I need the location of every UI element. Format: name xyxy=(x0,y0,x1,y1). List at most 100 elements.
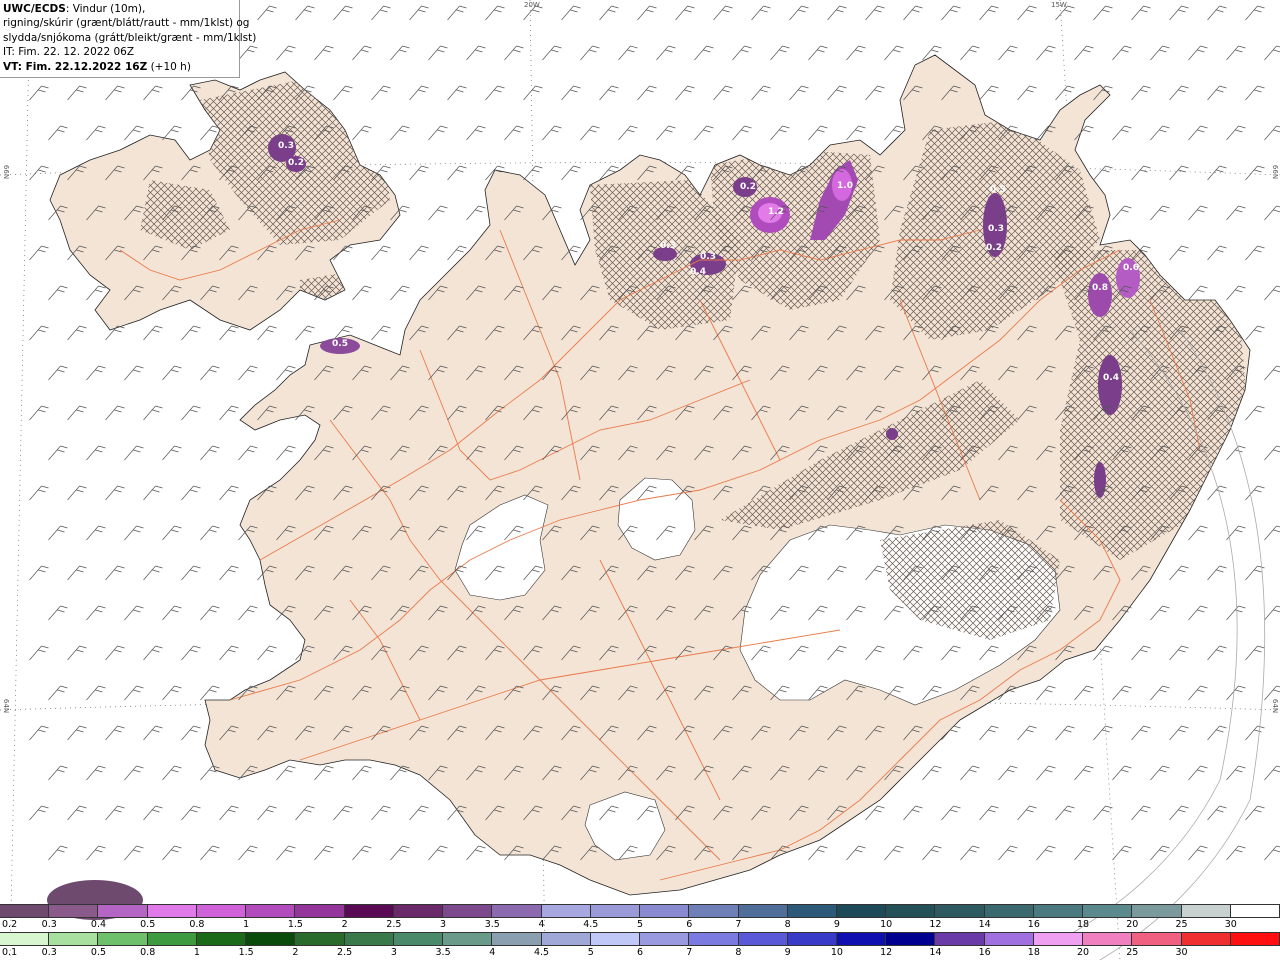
wind-barb xyxy=(599,85,619,101)
legend-label: 1 xyxy=(193,947,200,958)
legend-swatch xyxy=(935,933,985,945)
wind-barb xyxy=(1245,805,1265,821)
value-label: 0.6 xyxy=(1123,263,1139,273)
legend-swatch xyxy=(0,905,50,917)
wind-barb xyxy=(162,685,182,701)
wind-barb xyxy=(713,5,733,21)
wind-barb xyxy=(124,525,144,541)
wind-barb xyxy=(428,125,448,141)
value-label: 0.2 xyxy=(740,182,756,192)
legend-label: 0.2 xyxy=(2,919,18,930)
wind-barb xyxy=(124,125,144,141)
legend-swatch xyxy=(1083,905,1133,917)
wind-barb xyxy=(485,85,505,101)
legend-swatch xyxy=(295,905,345,917)
wind-barb xyxy=(1207,805,1227,821)
wind-barb xyxy=(884,845,904,861)
legend-swatch xyxy=(541,905,591,917)
wind-barb xyxy=(352,845,372,861)
product-name: UWC/ECDS xyxy=(3,3,66,15)
wind-barb xyxy=(1112,205,1132,221)
wind-barb xyxy=(1226,125,1246,141)
wind-barb xyxy=(979,805,999,821)
legend-swatch xyxy=(1033,933,1084,945)
wind-barb xyxy=(86,525,106,541)
wind-barb xyxy=(428,45,448,61)
wind-barb xyxy=(181,805,201,821)
wind-barb xyxy=(1264,125,1280,141)
wind-barb xyxy=(29,405,49,421)
title-line-1: : Vindur (10m), xyxy=(65,3,146,15)
legend-label: 20 xyxy=(1077,947,1090,958)
wind-barb xyxy=(409,165,429,181)
wind-barb xyxy=(466,845,486,861)
wind-barb xyxy=(922,765,942,781)
legend-swatch xyxy=(886,905,936,917)
legend-swatch xyxy=(935,905,985,917)
wind-barb xyxy=(1112,845,1132,861)
legend-label: 9 xyxy=(784,947,791,958)
wind-barb xyxy=(561,5,581,21)
wind-barb xyxy=(1207,245,1227,261)
wind-barb xyxy=(86,285,106,301)
wind-barb xyxy=(1150,685,1170,701)
legend-swatch xyxy=(787,933,837,945)
wind-barb xyxy=(105,565,125,581)
wind-barb xyxy=(352,125,372,141)
wind-barb xyxy=(48,445,68,461)
value-label: 1.0 xyxy=(837,181,853,191)
wind-barb xyxy=(884,45,904,61)
wind-barb xyxy=(371,245,391,261)
wind-barb xyxy=(48,285,68,301)
wind-barb xyxy=(1226,685,1246,701)
wind-barb xyxy=(29,245,49,261)
value-label: 0.4 xyxy=(690,267,706,277)
wind-barb xyxy=(1169,725,1189,741)
wind-barb xyxy=(580,125,600,141)
wind-barb xyxy=(466,125,486,141)
wind-barb xyxy=(1226,605,1246,621)
wind-barb xyxy=(181,325,201,341)
wind-barb xyxy=(1131,5,1151,21)
wind-barb xyxy=(219,565,239,581)
wind-barb xyxy=(276,765,296,781)
wind-barb xyxy=(105,805,125,821)
wind-barb xyxy=(295,5,315,21)
legend-label: 25 xyxy=(1175,919,1188,930)
legend-label: 12 xyxy=(880,947,893,958)
wind-barb xyxy=(1188,125,1208,141)
wind-barb xyxy=(143,565,163,581)
value-label: 0.2 xyxy=(986,243,1002,253)
wind-barb xyxy=(694,125,714,141)
wind-barb xyxy=(1264,45,1280,61)
wind-barb xyxy=(1207,565,1227,581)
init-time: IT: Fim. 22. 12. 2022 06Z xyxy=(3,46,135,59)
legend-label: 8 xyxy=(735,947,742,958)
wind-barb xyxy=(67,325,87,341)
wind-barb xyxy=(941,5,961,21)
wind-barb xyxy=(580,45,600,61)
wind-barb xyxy=(1093,5,1113,21)
wind-barb xyxy=(257,805,277,821)
wind-barb xyxy=(732,45,752,61)
wind-barb xyxy=(238,845,258,861)
legend-label: 4 xyxy=(538,919,545,930)
legend-swatch xyxy=(344,933,394,945)
wind-barb xyxy=(1188,285,1208,301)
wind-barb xyxy=(1150,765,1170,781)
legend-label: 20 xyxy=(1126,919,1139,930)
wind-barb xyxy=(1264,765,1280,781)
wind-barb xyxy=(637,85,657,101)
legend-swatch xyxy=(1033,905,1084,917)
weather-map xyxy=(0,0,1280,960)
wind-barb xyxy=(846,125,866,141)
wind-barb xyxy=(998,845,1018,861)
wind-barb xyxy=(371,805,391,821)
wind-barb xyxy=(960,45,980,61)
wind-barb xyxy=(865,85,885,101)
wind-barb xyxy=(751,5,771,21)
legend-swatch xyxy=(640,905,690,917)
legend-label: 3 xyxy=(390,947,397,958)
value-label: 0.3 xyxy=(700,252,716,262)
wind-barb xyxy=(124,365,144,381)
